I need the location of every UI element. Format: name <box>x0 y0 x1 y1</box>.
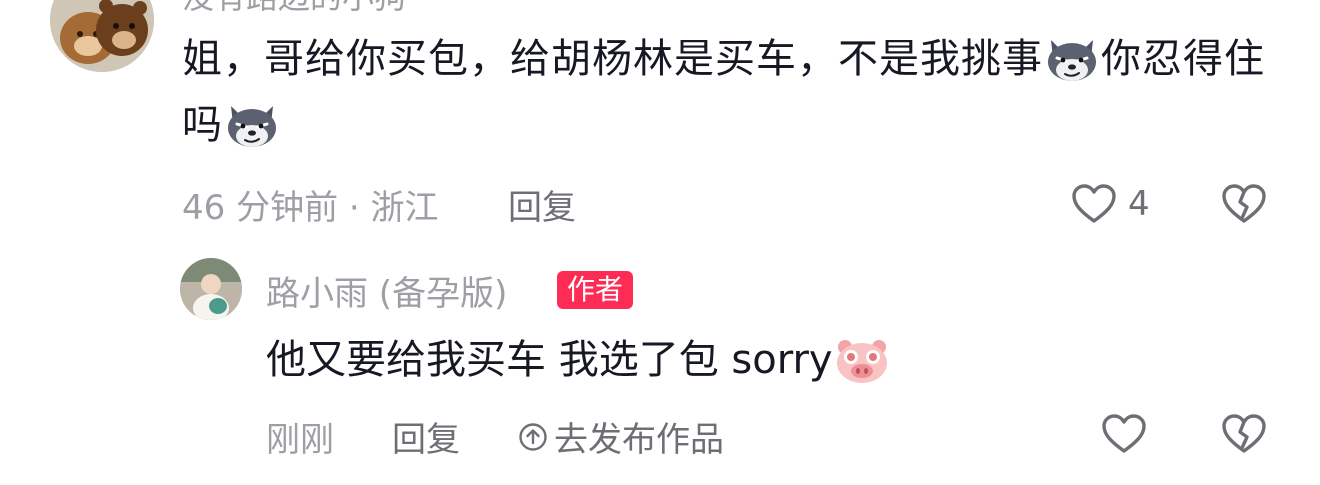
comment-time-location: 46 分钟前 · 浙江 <box>182 188 439 228</box>
pig-emoji-icon <box>833 335 891 385</box>
comment-text-part1: 姐，哥给你买包，给胡杨林是买车，不是我挑事 <box>182 36 1043 82</box>
heart-outline-icon[interactable] <box>1070 180 1118 228</box>
heart-outline-icon[interactable] <box>1100 410 1148 458</box>
reply-comment-text-body: 他又要给我买车 我选了包 sorry <box>266 337 833 383</box>
broken-heart-icon[interactable] <box>1220 410 1268 458</box>
comment-text: 姐，哥给你买包，给胡杨林是买车，不是我挑事 你忍得住吗 <box>182 26 1292 158</box>
publish-work-button[interactable]: 去发布作品 <box>518 412 724 461</box>
publish-work-label: 去发布作品 <box>554 420 724 460</box>
avatar-bears[interactable] <box>50 0 154 72</box>
reply-time: 刚刚 <box>266 420 334 460</box>
author-badge: 作者 <box>557 271 634 309</box>
reply-button[interactable]: 回复 <box>508 180 576 229</box>
wolf-emoji-icon <box>1043 34 1101 84</box>
reply-comment-text: 他又要给我买车 我选了包 sorry <box>266 330 891 390</box>
broken-heart-icon[interactable] <box>1220 180 1268 228</box>
comment-username[interactable]: 没有路边的小狗 <box>182 0 406 18</box>
bears-avatar-image <box>50 0 154 72</box>
reply-button[interactable]: 回复 <box>392 412 460 461</box>
up-arrow-circle-icon <box>519 422 547 451</box>
avatar-author[interactable] <box>180 258 242 320</box>
reply-username[interactable]: 路小雨 (备孕版) <box>266 266 507 315</box>
author-avatar-image <box>180 258 242 320</box>
wolf-emoji-icon <box>223 100 281 150</box>
like-count: 4 <box>1128 184 1150 224</box>
